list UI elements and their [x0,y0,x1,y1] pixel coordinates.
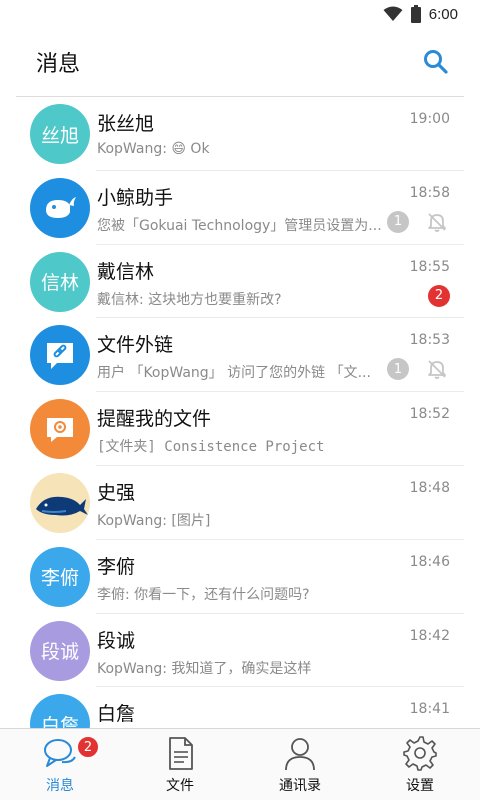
conversation-row[interactable]: 丝旭 张丝旭 KopWang: 😄 Ok 19:00 [0,97,480,171]
conversation-name: 段诚 [97,629,136,652]
conversation-name: 白詹 [97,703,136,726]
person-icon [285,738,315,771]
conversation-name: 李俯 [97,555,136,578]
conversation-row[interactable]: 小鲸助手 您被「Gokuai Technology」管理员设置为... 18:5… [0,171,480,245]
conversation-time: 18:46 [409,553,450,570]
avatar [30,177,90,238]
conversation-preview: KopWang: 😄 Ok [97,141,210,157]
conversation-row[interactable]: 段诚 段诚 KopWang: 我知道了，确实是这样 18:42 [0,614,480,688]
conversation-name: 史强 [97,481,136,504]
unread-badge: 1 [387,210,409,233]
conversation-name: 戴信林 [97,260,155,283]
conversation-preview: 戴信林: 这块地方也要重新改? [97,291,282,308]
avatar-text: 信林 [40,272,79,295]
conversation-time: 18:48 [409,479,450,496]
conversation-preview: KopWang: [图片] [97,512,211,529]
conversation-time: 18:55 [409,258,450,275]
whale-icon [46,196,76,218]
avatar [30,472,90,533]
conversation-name: 文件外链 [97,334,174,357]
conversation-time: 18:58 [409,184,450,201]
conversation-time: 18:53 [409,332,450,349]
tab-label: 文件 [166,778,194,794]
app-header: 消息 [0,28,480,96]
conversation-row[interactable]: 李俯 李俯 李俯: 你看一下，还有什么问题吗? 18:46 [0,540,480,614]
conversation-time: 18:41 [409,701,450,718]
unread-badge: 2 [428,284,450,307]
mute-bell-icon [428,360,446,380]
tab-settings[interactable]: 设置 [360,729,480,800]
document-icon [169,737,193,770]
status-time: 6:00 [428,5,458,23]
conversation-preview: 李俯: 你看一下，还有什么问题吗? [97,586,310,603]
whale-photo-icon [36,496,88,516]
conversation-preview: 用户 「KopWang」 访问了您的外链 「文... [97,365,371,382]
at-mail-icon [47,418,73,443]
conversation-row[interactable]: 提醒我的文件 [文件夹] Consistence Project 18:52 [0,392,480,466]
page-title: 消息 [36,52,81,77]
conversation-preview: [文件夹] Consistence Project [97,439,325,456]
avatar: 白詹 [30,694,90,729]
avatar: 信林 [30,251,90,312]
avatar [30,325,90,386]
avatar-text: 白詹 [40,714,79,729]
tab-label: 通讯录 [279,778,321,794]
conversation-name: 提醒我的文件 [97,408,212,431]
avatar-text: 李俯 [40,567,79,590]
conversation-time: 18:42 [409,627,450,644]
conversation-row[interactable]: 文件外链 用户 「KopWang」 访问了您的外链 「文... 18:53 1 [0,318,480,393]
bottom-tab-bar: 2 消息 文件 通讯录 设置 [0,728,480,800]
avatar: 丝旭 [30,104,90,164]
conversation-name: 张丝旭 [97,113,155,135]
avatar: 段诚 [30,620,90,681]
status-icons: 6:00 [383,4,458,24]
avatar-text: 段诚 [40,641,79,664]
conversation-preview: 您被「Gokuai Technology」管理员设置为... [97,217,382,234]
battery-icon [410,5,421,23]
avatar [30,399,90,460]
tab-label: 设置 [406,778,434,794]
conversation-list[interactable]: 丝旭 张丝旭 KopWang: 😄 Ok 19:00 小鲸助手 您被「Gokua… [0,97,480,729]
conversation-row[interactable]: 信林 戴信林 戴信林: 这块地方也要重新改? 18:55 2 [0,245,480,319]
chat-icon [44,739,76,767]
avatar: 李俯 [30,546,90,607]
link-icon [47,343,73,370]
tab-label: 消息 [46,778,74,794]
status-bar: 6:00 [0,0,480,28]
unread-badge: 1 [387,358,409,381]
conversation-name: 小鲸助手 [97,186,174,209]
tab-unread-badge: 2 [76,735,100,759]
conversation-preview: KopWang: 我知道了，确实是这样 [97,660,312,677]
conversation-time: 19:00 [409,111,450,127]
tab-contacts[interactable]: 通讯录 [240,729,360,800]
conversation-row[interactable]: 史强 KopWang: [图片] 18:48 [0,466,480,540]
tab-messages[interactable]: 2 消息 [0,729,120,800]
avatar-text: 丝旭 [40,124,79,147]
search-icon [424,50,448,74]
conversation-time: 18:52 [409,406,450,423]
tab-files[interactable]: 文件 [120,729,240,800]
gear-icon [403,736,437,771]
mute-bell-icon [428,213,446,232]
search-button[interactable] [422,48,450,76]
conversation-row[interactable]: 白詹 白詹 18:41 [0,687,480,729]
wifi-icon [383,6,403,21]
